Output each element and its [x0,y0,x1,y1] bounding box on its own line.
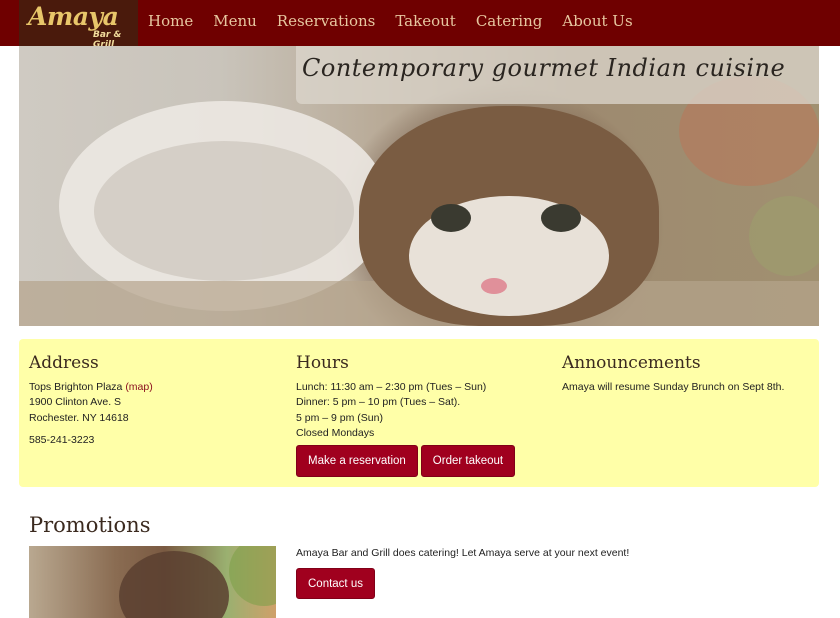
hours-closed: Closed Mondays [296,426,375,439]
hours-dinner: Dinner: 5 pm – 10 pm (Tues – Sat). [296,396,461,409]
nav-takeout[interactable]: Takeout [395,12,455,30]
nav-home[interactable]: Home [148,12,193,30]
address-column: Address Tops Brighton Plaza (map) 1900 C… [29,353,153,448]
promotion-image [29,546,276,618]
hours-title: Hours [296,353,349,373]
hero-tagline: Contemporary gourmet Indian cuisine [302,54,786,82]
promotions-title: Promotions [29,513,151,537]
announcements-title: Announcements [562,353,701,373]
hero-tagline-banner: Contemporary gourmet Indian cuisine [296,46,819,104]
main-nav: Home Menu Reservations Takeout Catering … [148,12,633,30]
announcements-column: Announcements Amaya will resume Sunday B… [562,353,784,395]
promotion-text: Amaya Bar and Grill does catering! Let A… [296,547,630,559]
address-line3: Rochester. NY 14618 [29,411,129,424]
hours-buttons: Make a reservation Order takeout [296,445,516,477]
info-panel: Address Tops Brighton Plaza (map) 1900 C… [19,339,819,487]
make-reservation-button[interactable]: Make a reservation [296,445,418,477]
top-navbar: Amaya Bar & Grill Home Menu Reservations… [0,0,840,50]
order-takeout-button[interactable]: Order takeout [420,445,516,477]
map-link[interactable]: (map) [125,381,152,393]
promo-kitten [119,551,229,618]
nav-menu[interactable]: Menu [213,12,257,30]
phone-number: 585-241-3223 [29,433,95,446]
address-title: Address [29,353,99,373]
hero-bowl-shadow [94,141,354,281]
hours-column: Hours Lunch: 11:30 am – 2:30 pm (Tues – … [296,353,486,441]
contact-us-button[interactable]: Contact us [296,568,375,599]
kitten-nose [481,278,507,294]
hours-sunday: 5 pm – 9 pm (Sun) [296,411,383,424]
hero-bokeh-green [749,196,819,276]
nav-catering[interactable]: Catering [476,12,543,30]
hours-lunch: Lunch: 11:30 am – 2:30 pm (Tues – Sun) [296,381,487,393]
kitten-right-eye [541,204,581,232]
kitten-left-eye [431,204,471,232]
address-line2: 1900 Clinton Ave. S [29,396,122,409]
nav-reservations[interactable]: Reservations [277,12,376,30]
announcement-text: Amaya will resume Sunday Brunch on Sept … [562,381,785,393]
address-line1: Tops Brighton Plaza [29,381,126,393]
nav-about-us[interactable]: About Us [562,12,632,30]
brand-name: Amaya [28,2,119,31]
promo-bokeh [229,546,276,606]
brand-logo[interactable]: Amaya Bar & Grill [19,0,138,50]
